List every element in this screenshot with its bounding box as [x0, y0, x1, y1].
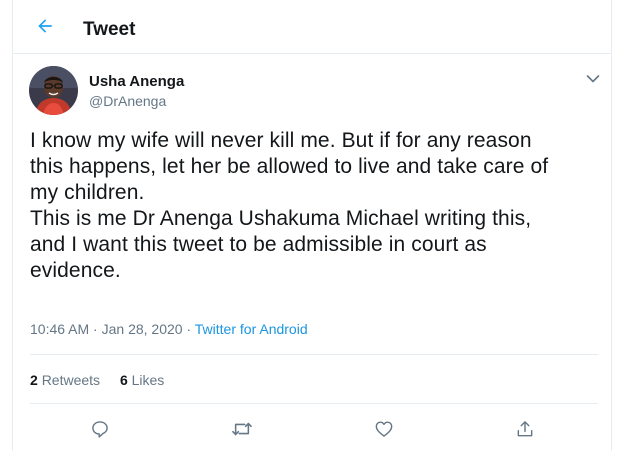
divider — [30, 403, 598, 404]
share-icon — [517, 421, 533, 437]
author-handle[interactable]: @DrAnenga — [89, 93, 166, 109]
share-button[interactable] — [510, 414, 540, 444]
more-options-button[interactable] — [582, 70, 604, 88]
reply-button[interactable] — [85, 414, 115, 444]
tweet-text: I know my wife will never kill me. But i… — [30, 129, 549, 282]
like-button[interactable] — [369, 414, 399, 444]
likes-count: 6 — [119, 372, 128, 388]
retweet-icon — [232, 422, 252, 436]
page-title: Tweet — [83, 19, 136, 40]
heart-icon — [375, 421, 393, 437]
tweet-page: Tweet Usha Anenga @DrAnenga I know my wi… — [12, 0, 612, 451]
tweet-author: Usha Anenga @DrAnenga — [29, 66, 600, 118]
meta-separator-2: · — [186, 321, 192, 337]
author-name[interactable]: Usha Anenga — [89, 73, 184, 90]
back-button[interactable] — [33, 14, 57, 38]
reply-icon — [92, 421, 108, 438]
tweet-meta: 10:46 AM · Jan 28, 2020 · Twitter for An… — [30, 321, 308, 337]
divider — [30, 354, 598, 355]
retweet-button[interactable] — [227, 414, 257, 444]
tweet-stats: 2 Retweets 6 Likes — [30, 372, 164, 388]
page-header: Tweet — [13, 0, 611, 54]
tweet-actions — [13, 414, 611, 444]
likes-label: Likes — [131, 372, 165, 388]
arrow-left-icon — [38, 19, 52, 33]
tweet-date[interactable]: Jan 28, 2020 — [102, 321, 183, 337]
avatar[interactable] — [29, 66, 78, 115]
tweet-source-link[interactable]: Twitter for Android — [195, 321, 308, 337]
retweets-stat[interactable]: 2 Retweets — [30, 372, 100, 388]
retweets-label: Retweets — [41, 372, 101, 388]
retweets-count: 2 — [30, 372, 38, 388]
likes-stat[interactable]: 6 Likes — [120, 372, 164, 388]
meta-separator: · — [93, 321, 98, 337]
tweet-time[interactable]: 10:46 AM — [30, 321, 89, 337]
chevron-down-icon — [586, 75, 600, 83]
